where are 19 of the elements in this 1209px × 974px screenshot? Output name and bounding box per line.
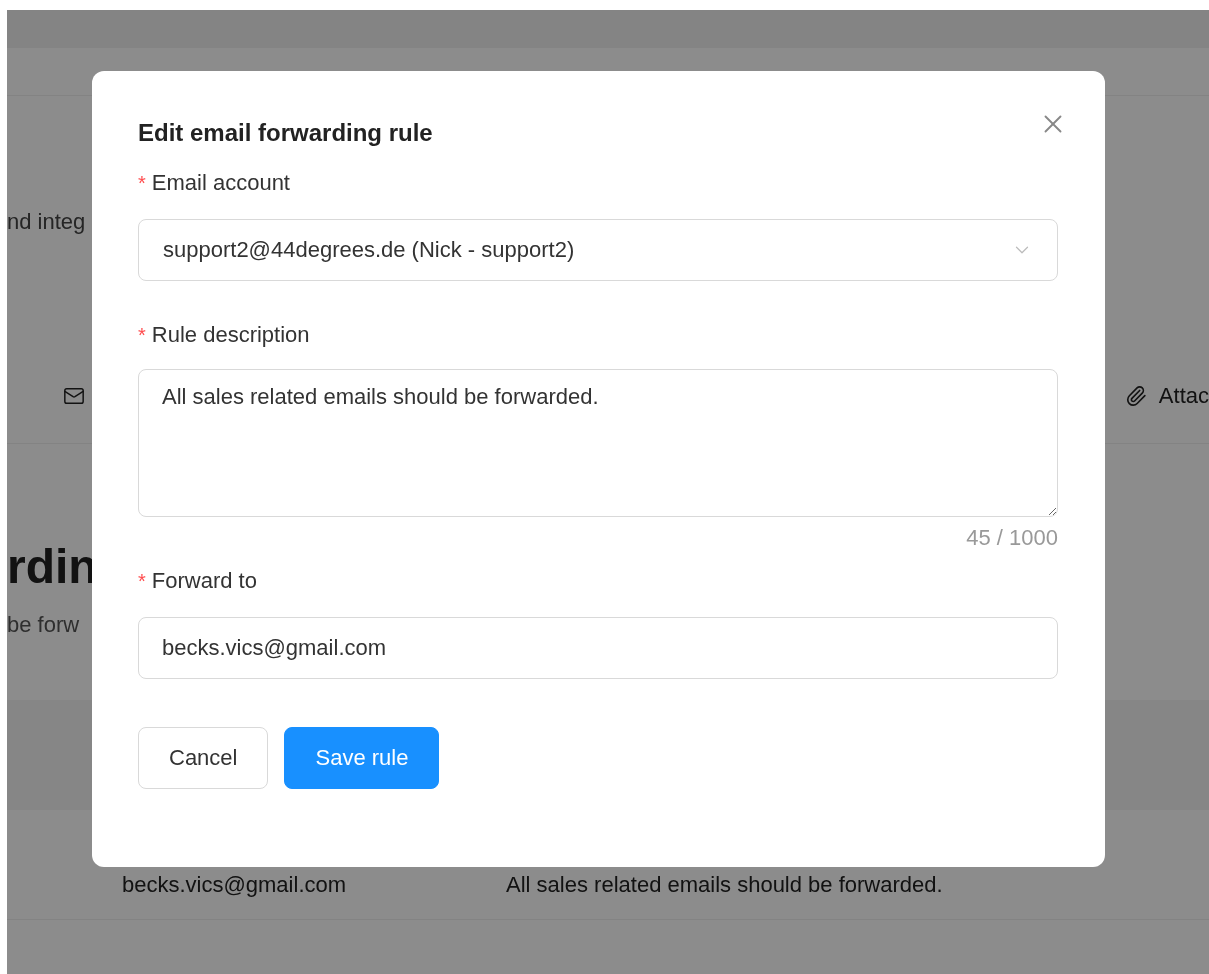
paperclip-icon[interactable] [1124,384,1147,407]
field-label: Forward to [151,567,257,595]
field-label: Email account [151,169,290,197]
cancel-button[interactable]: Cancel [138,727,269,789]
required-marker: * [138,171,146,195]
table-cell: All sales related emails should be forwarded. [506,872,943,898]
required-marker: * [138,569,146,593]
description-field[interactable]: All sales related emails should be forwarded. [138,369,1058,517]
field-label: Rule description [151,321,310,349]
required-marker: * [138,323,146,347]
input-field[interactable]: becks.vics@gmail.com [138,617,1058,679]
character-counter: 45 / 1000 [966,525,1058,551]
attachment-tab[interactable]: Attac [1158,382,1209,409]
dialog-title: Edit email forwarding rule [138,119,433,147]
page-heading: rdin [7,539,98,594]
page-subtitle: be forw [7,612,80,638]
intro-text: nd integ [7,209,86,235]
table-cell: becks.vics@gmail.com [122,872,347,898]
account-select[interactable]: support2@44degrees.de (Nick - support2) [138,219,1058,281]
